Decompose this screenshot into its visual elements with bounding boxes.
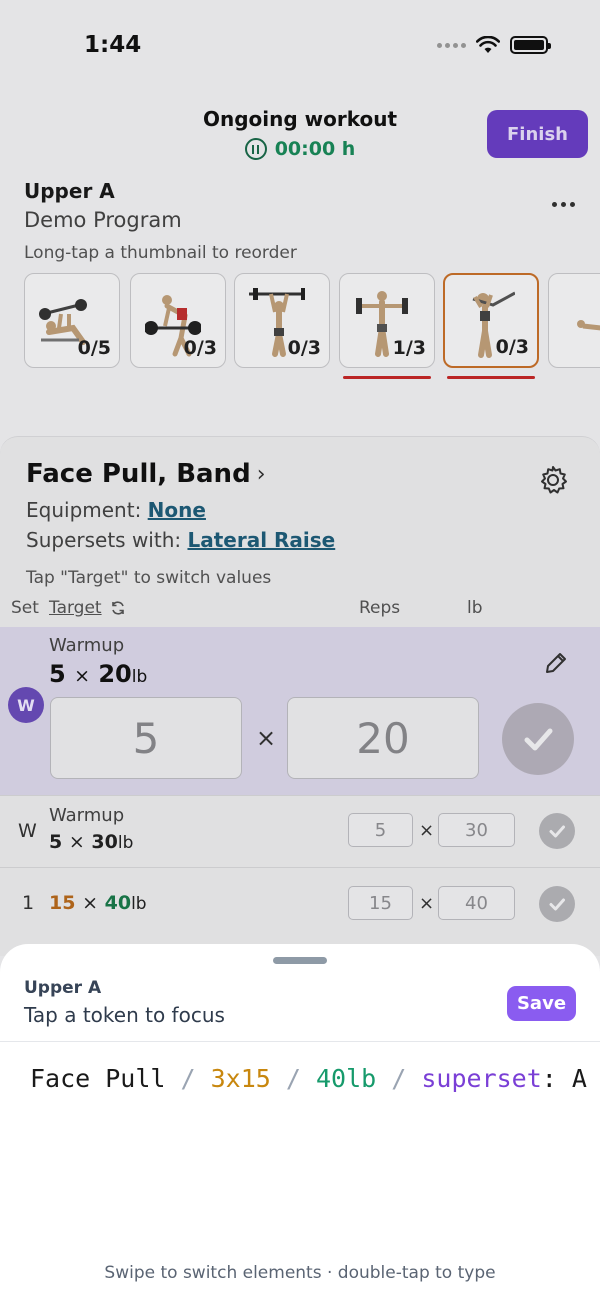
token-colon: : <box>541 1064 572 1093</box>
sheet-footer-hint: Swipe to switch elements · double-tap to… <box>104 1263 496 1283</box>
sheet-subtitle: Tap a token to focus <box>24 1003 225 1027</box>
token-exercise-name[interactable]: Face Pull <box>30 1064 165 1093</box>
sheet-title: Upper A <box>24 978 102 998</box>
sheet-grabber[interactable] <box>273 957 327 964</box>
token-sets-reps[interactable]: 3x15 <box>211 1064 271 1093</box>
token-line: Face Pull / 3x15 / 40lb / superset: A <box>30 1064 587 1093</box>
token-weight[interactable]: 40lb <box>316 1064 376 1093</box>
save-button[interactable]: Save <box>507 986 576 1021</box>
divider <box>0 1041 600 1042</box>
token-superset-value[interactable]: A <box>572 1064 587 1093</box>
token-editor-sheet: Upper A Tap a token to focus Save Face P… <box>0 944 600 1304</box>
token-separator: / <box>165 1064 211 1093</box>
token-separator: / <box>270 1064 316 1093</box>
token-superset-key[interactable]: superset <box>421 1064 541 1093</box>
token-separator: / <box>376 1064 422 1093</box>
